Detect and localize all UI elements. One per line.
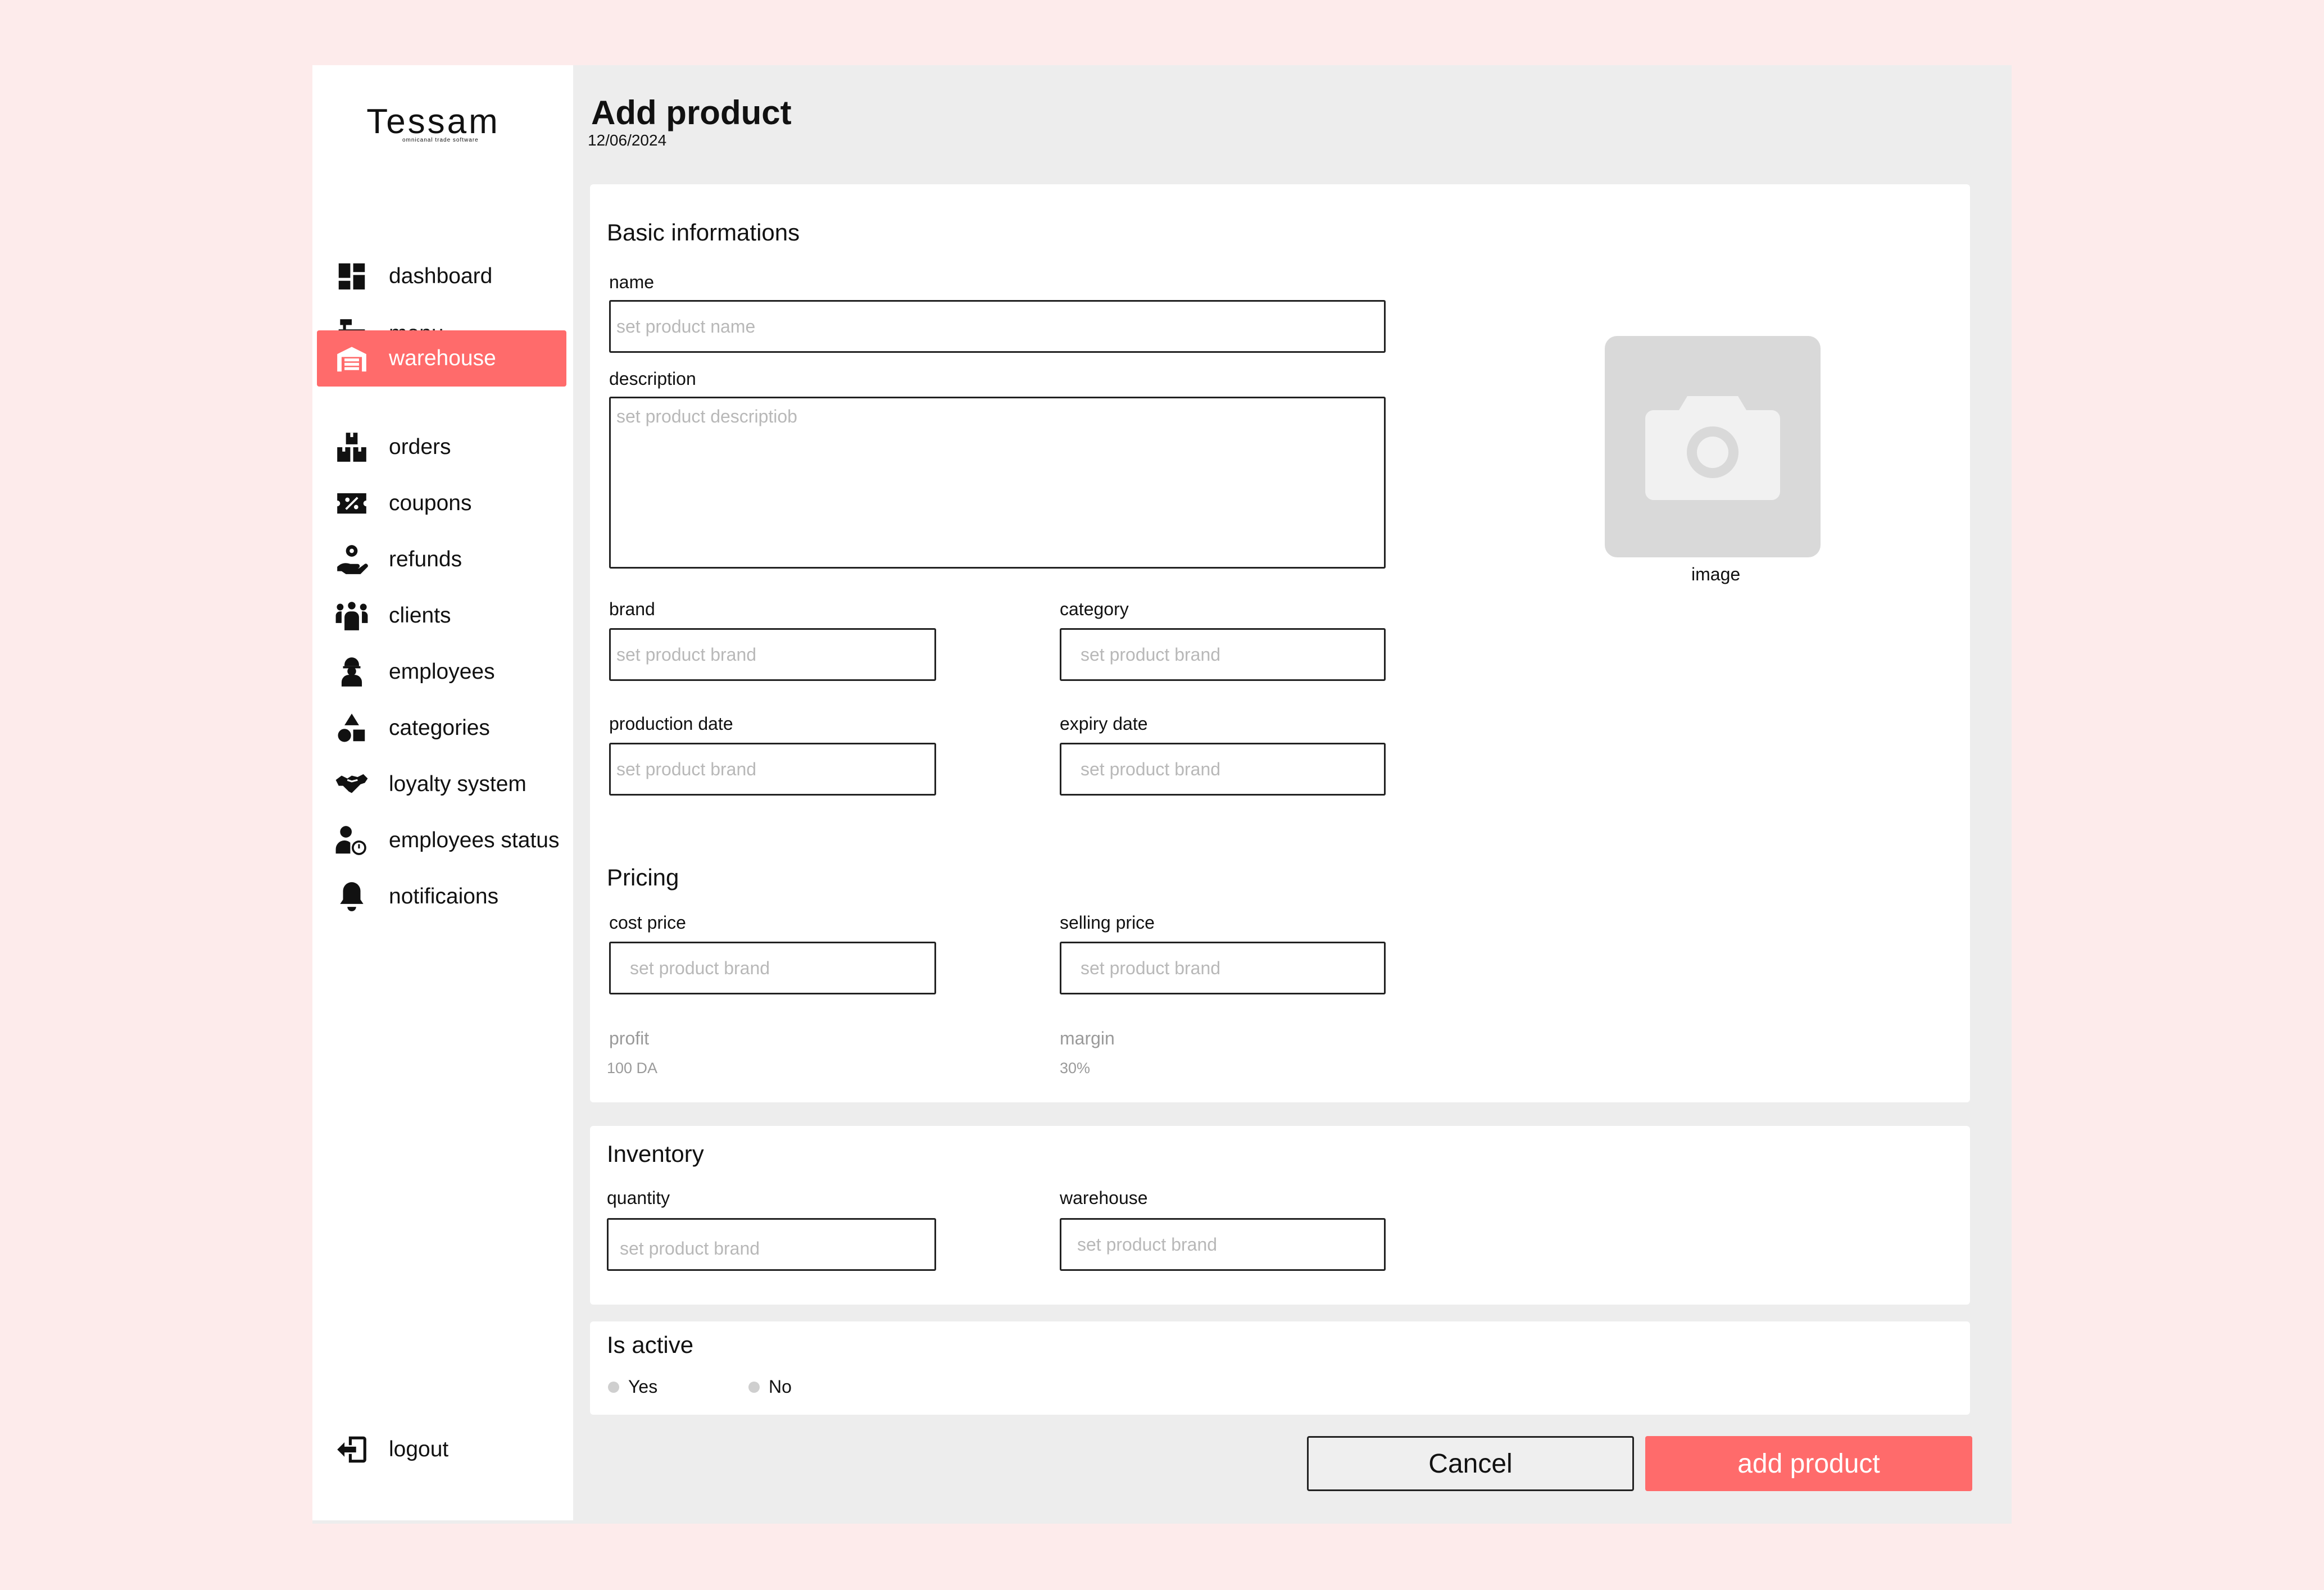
production-date-input[interactable] <box>609 743 936 796</box>
sidebar: Tessam omnicanal trade software dashboar… <box>312 65 573 1520</box>
section-title: Inventory <box>607 1141 704 1167</box>
quantity-label: quantity <box>607 1188 670 1208</box>
sidebar-item-label: orders <box>389 435 451 459</box>
sidebar-item-label: refunds <box>389 547 462 571</box>
selling-price-label: selling price <box>1060 912 1155 933</box>
name-label: name <box>609 272 655 292</box>
sidebar-item-label: categories <box>389 716 490 740</box>
profit-label: profit <box>609 1028 650 1048</box>
logout-icon <box>329 1430 374 1469</box>
image-label: image <box>1691 564 1741 584</box>
quantity-input[interactable] <box>607 1218 936 1271</box>
sidebar-item-clients[interactable]: clients <box>317 588 566 644</box>
sidebar-item-label: employees <box>389 660 495 684</box>
sidebar-item-categories[interactable]: categories <box>317 700 566 756</box>
refund-hand-icon <box>329 540 374 579</box>
add-product-button[interactable]: add product <box>1645 1436 1972 1491</box>
margin-label: margin <box>1060 1028 1115 1048</box>
is-active-card: Is active Yes No <box>590 1321 1970 1415</box>
warehouse-icon <box>329 339 374 378</box>
shapes-icon <box>329 708 374 748</box>
sidebar-item-label: dashboard <box>389 264 493 288</box>
boxes-icon <box>329 428 374 467</box>
user-clock-icon <box>329 821 374 860</box>
name-input[interactable] <box>609 300 1386 353</box>
category-label: category <box>1060 599 1129 619</box>
sidebar-item-label: loyalty system <box>389 772 526 796</box>
production-date-label: production date <box>609 714 733 734</box>
sidebar-item-notifications[interactable]: notificaions <box>317 869 566 925</box>
logout-label: logout <box>389 1437 449 1461</box>
category-input[interactable] <box>1060 628 1386 681</box>
active-yes-radio[interactable]: Yes <box>608 1377 657 1397</box>
sidebar-item-coupons[interactable]: coupons <box>317 475 566 531</box>
dashboard-icon <box>329 257 374 296</box>
selling-price-input[interactable] <box>1060 942 1386 994</box>
sidebar-item-refunds[interactable]: refunds <box>317 531 566 588</box>
description-textarea[interactable] <box>609 397 1386 569</box>
camera-icon <box>1645 396 1780 500</box>
sidebar-item-loyalty-system[interactable]: loyalty system <box>317 756 566 812</box>
expiry-date-input[interactable] <box>1060 743 1386 796</box>
handshake-icon <box>329 765 374 804</box>
section-title: Pricing <box>607 864 679 891</box>
page-date: 12/06/2024 <box>588 131 667 149</box>
page-title: Add product <box>591 94 792 131</box>
logo: Tessam omnicanal trade software <box>352 102 515 144</box>
warehouse-input[interactable] <box>1060 1218 1386 1271</box>
sidebar-item-label: coupons <box>389 491 472 515</box>
margin-value: 30% <box>1060 1060 1091 1076</box>
sidebar-item-label: clients <box>389 603 451 628</box>
warehouse-label: warehouse <box>1060 1188 1148 1208</box>
cost-price-input[interactable] <box>609 942 936 994</box>
sidebar-item-orders[interactable]: orders <box>317 419 566 475</box>
worker-icon <box>329 652 374 692</box>
sidebar-item-warehouse[interactable]: warehouse <box>317 330 566 387</box>
app-window: Tessam omnicanal trade software dashboar… <box>312 65 2012 1524</box>
coupon-icon <box>329 484 374 523</box>
radio-label: No <box>769 1377 792 1397</box>
radio-dot <box>748 1381 760 1393</box>
inventory-card: Inventory quantity warehouse <box>590 1126 1970 1305</box>
sidebar-item-label: employees status <box>389 828 560 852</box>
basic-informations-card: Basic informations name description bran… <box>590 184 1970 893</box>
section-title: Basic informations <box>607 219 800 246</box>
brand-input[interactable] <box>609 628 936 681</box>
sidebar-item-dashboard[interactable]: dashboard <box>317 248 566 305</box>
active-no-radio[interactable]: No <box>748 1377 792 1397</box>
logout-button[interactable]: logout <box>317 1421 566 1478</box>
sidebar-item-label: notificaions <box>389 884 499 908</box>
cancel-button[interactable]: Cancel <box>1307 1436 1634 1491</box>
radio-dot <box>608 1381 619 1393</box>
sidebar-item-employees-status[interactable]: employees status <box>317 812 566 869</box>
cost-price-label: cost price <box>609 912 686 933</box>
sidebar-item-employees[interactable]: employees <box>317 644 566 700</box>
bell-icon <box>329 877 374 916</box>
description-label: description <box>609 369 696 389</box>
profit-value: 100 DA <box>607 1060 658 1076</box>
sidebar-item-label: warehouse <box>389 346 496 370</box>
pricing-card: Pricing cost price selling price profit … <box>590 847 1970 1102</box>
image-upload[interactable] <box>1605 336 1821 557</box>
logo-wordmark: Tessam <box>366 102 500 141</box>
people-group-icon <box>329 596 374 635</box>
brand-label: brand <box>609 599 655 619</box>
section-title: Is active <box>607 1332 694 1358</box>
radio-label: Yes <box>628 1377 658 1397</box>
expiry-date-label: expiry date <box>1060 714 1148 734</box>
